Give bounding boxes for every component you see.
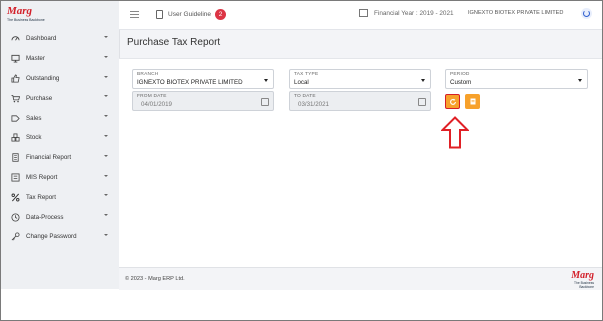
sidebar-item-label: MIS Report (26, 173, 58, 181)
sidebar-item-sales[interactable]: Sales (1, 108, 119, 128)
from-date-label: FROM DATE (137, 94, 167, 99)
sidebar-item-label: Dashboard (26, 35, 57, 43)
notification-badge: 2 (215, 9, 226, 20)
to-date-value: 03/31/2021 (298, 101, 329, 108)
speedometer-icon (10, 34, 20, 44)
sidebar-item-change-password[interactable]: Change Password (1, 227, 119, 247)
chevron-down-icon (104, 174, 108, 177)
sidebar-menu: Dashboard Master Outstanding Purchase Sa… (1, 29, 119, 247)
user-guideline-label: User Guideline (168, 11, 211, 18)
chevron-down-icon (104, 95, 108, 98)
thumbs-up-icon (10, 73, 20, 83)
logo-tagline: The Business Backbone (7, 18, 45, 22)
page-title: Purchase Tax Report (127, 37, 221, 48)
branch-value: IGNEXTO BIOTEX PRIVATE LIMITED (137, 79, 243, 86)
chevron-down-icon (104, 115, 108, 118)
footer: © 2023 - Marg ERP Ltd. Marg The Business… (119, 267, 602, 290)
chevron-down-icon (421, 79, 425, 82)
footer-logo-text: Marg (571, 270, 594, 281)
percent-icon (10, 192, 20, 202)
refresh-button[interactable] (445, 94, 460, 109)
calendar-icon[interactable] (418, 98, 426, 106)
clock-icon (10, 212, 20, 222)
chevron-down-icon (104, 214, 108, 217)
from-date-value: 04/01/2019 (141, 101, 172, 108)
sales-tag-icon (10, 113, 20, 123)
sidebar-item-label: Change Password (26, 233, 77, 241)
sidebar-item-outstanding[interactable]: Outstanding (1, 69, 119, 89)
chevron-down-icon (104, 134, 108, 137)
monitor-icon (10, 54, 20, 64)
export-button[interactable] (465, 94, 480, 109)
highlight-arrow-icon (441, 116, 469, 149)
sidebar-item-tax-report[interactable]: Tax Report (1, 187, 119, 207)
marg-logo[interactable]: Marg The Business Backbone (7, 6, 47, 24)
sidebar-item-dashboard[interactable]: Dashboard (1, 29, 119, 49)
period-label: PERIOD (450, 72, 470, 77)
sidebar-item-financial-report[interactable]: Financial Report (1, 148, 119, 168)
top-header: User Guideline 2 Financial Year : 2019 -… (119, 1, 602, 30)
sidebar-item-label: Data-Process (26, 213, 64, 221)
footer-logo-tagline: The Business Backbone (574, 281, 594, 289)
sidebar-item-purchase[interactable]: Purchase (1, 88, 119, 108)
from-date-field[interactable]: FROM DATE 04/01/2019 (132, 91, 274, 111)
chevron-down-icon (104, 233, 108, 236)
tax-type-value: Local (294, 79, 309, 86)
branch-select[interactable]: BRANCH IGNEXTO BIOTEX PRIVATE LIMITED (132, 69, 274, 89)
list-icon (10, 172, 20, 182)
report-filter-card: BRANCH IGNEXTO BIOTEX PRIVATE LIMITED TA… (119, 58, 602, 268)
tax-type-label: TAX TYPE (294, 72, 319, 77)
chevron-down-icon (264, 79, 268, 82)
chevron-down-icon (578, 79, 582, 82)
period-select[interactable]: PERIOD Custom (445, 69, 588, 89)
chevron-down-icon (104, 194, 108, 197)
financial-year-selector[interactable]: Financial Year : 2019 - 2021 (359, 9, 454, 17)
sidebar-item-label: Stock (26, 134, 42, 142)
sidebar-item-stock[interactable]: Stock (1, 128, 119, 148)
file-icon (470, 98, 475, 105)
app-window: Marg The Business Backbone Dashboard Mas… (1, 1, 602, 290)
footer-logo: Marg The Business Backbone (560, 270, 594, 290)
screenshot-frame: Marg The Business Backbone Dashboard Mas… (0, 0, 603, 321)
hamburger-menu-icon[interactable] (130, 11, 139, 20)
user-guideline-link[interactable]: User Guideline 2 (156, 9, 226, 20)
to-date-field[interactable]: TO DATE 03/31/2021 (289, 91, 431, 111)
chevron-down-icon (104, 36, 108, 38)
company-name: IGNEXTO BIOTEX PRIVATE LIMITED (468, 10, 564, 16)
sidebar-item-label: Purchase (26, 94, 53, 102)
key-icon (10, 232, 20, 242)
sidebar-item-label: Financial Report (26, 154, 72, 162)
stock-icon (10, 133, 20, 143)
cart-icon (10, 93, 20, 103)
financial-year-label: Financial Year : 2019 - 2021 (374, 9, 454, 17)
logo-text: Marg (7, 5, 33, 17)
branch-label: BRANCH (137, 72, 159, 77)
calendar-icon (359, 9, 368, 17)
sidebar-item-label: Outstanding (26, 74, 60, 82)
calendar-icon[interactable] (261, 98, 269, 106)
chevron-down-icon (104, 154, 108, 157)
document-icon (10, 153, 20, 163)
copyright-text: © 2023 - Marg ERP Ltd. (125, 276, 185, 282)
tax-type-select[interactable]: TAX TYPE Local (289, 69, 431, 89)
sidebar-item-label: Master (26, 55, 45, 63)
sidebar-item-data-process[interactable]: Data-Process (1, 207, 119, 227)
sidebar-item-label: Sales (26, 114, 42, 122)
sidebar-item-master[interactable]: Master (1, 49, 119, 69)
document-icon (156, 10, 163, 19)
refresh-icon (449, 98, 456, 105)
sidebar-item-mis-report[interactable]: MIS Report (1, 168, 119, 188)
sidebar-item-label: Tax Report (26, 193, 56, 201)
period-value: Custom (450, 79, 472, 86)
sidebar: Marg The Business Backbone Dashboard Mas… (1, 1, 120, 289)
power-icon[interactable] (581, 8, 592, 19)
to-date-label: TO DATE (294, 94, 316, 99)
chevron-down-icon (104, 75, 108, 78)
chevron-down-icon (104, 55, 108, 58)
